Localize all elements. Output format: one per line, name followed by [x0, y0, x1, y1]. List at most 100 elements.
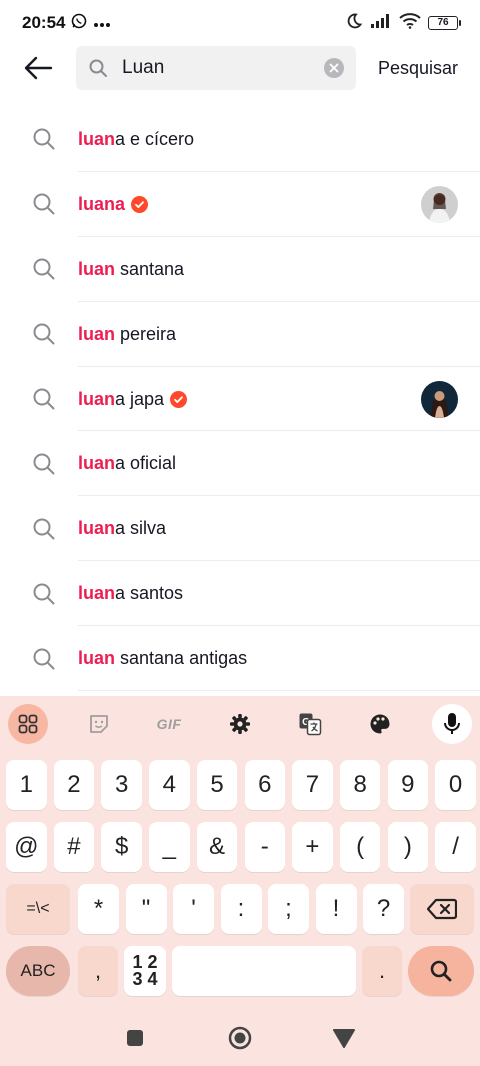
more-notifications-icon: [93, 13, 111, 33]
suggestion-item[interactable]: luan santana antigas: [0, 626, 480, 691]
symbol-key[interactable]: !: [315, 884, 357, 934]
backspace-icon: [427, 898, 457, 920]
number-key[interactable]: 6: [244, 760, 285, 810]
sticker-icon: [90, 715, 108, 733]
suggestion-item[interactable]: luan a silva: [0, 496, 480, 562]
clear-search-button[interactable]: [324, 58, 344, 78]
suggestion-text: luan a oficial: [78, 453, 176, 474]
symbol-key[interactable]: _: [149, 822, 190, 872]
suggestion-text: luan pereira: [78, 324, 176, 345]
symbol-key[interactable]: ?: [363, 884, 404, 934]
backspace-key[interactable]: [410, 884, 474, 934]
abc-key[interactable]: ABC: [6, 946, 70, 996]
comma-key[interactable]: ,: [78, 946, 118, 996]
suggestion-match: luan: [78, 323, 116, 344]
suggestion-item[interactable]: luan santana: [0, 237, 480, 302]
suggestion-item[interactable]: luana: [0, 172, 480, 237]
number-key[interactable]: 2: [53, 760, 95, 810]
search-icon: [32, 517, 56, 541]
symbol-key[interactable]: ": [125, 884, 167, 934]
suggestion-item[interactable]: luan a santos: [0, 561, 480, 627]
apps-grid-button[interactable]: [8, 704, 48, 744]
gear-icon: [230, 714, 250, 734]
search-enter-key[interactable]: [408, 946, 474, 996]
search-box[interactable]: [76, 46, 356, 90]
symbol-key[interactable]: :: [220, 884, 262, 934]
avatar: [421, 185, 458, 223]
suggestion-rest: a oficial: [115, 453, 177, 474]
symbol-key[interactable]: @: [6, 822, 47, 872]
triangle-icon: [333, 1029, 355, 1048]
space-key[interactable]: [172, 946, 356, 996]
period-key[interactable]: .: [362, 946, 402, 996]
verified-badge-icon: [131, 195, 149, 213]
suggestion-rest: a silva: [115, 518, 167, 539]
search-input[interactable]: [122, 57, 292, 79]
search-icon: [430, 960, 452, 982]
search-submit-button[interactable]: Pesquisar: [378, 46, 458, 90]
suggestion-match: luan: [78, 583, 116, 604]
search-icon: [32, 192, 56, 216]
suggestion-match: luana: [78, 193, 126, 214]
suggestion-item[interactable]: luan pereira: [0, 302, 480, 367]
number-key[interactable]: 0: [435, 760, 476, 810]
suggestion-rest: a e cícero: [115, 128, 195, 149]
symbol-key[interactable]: ;: [268, 884, 309, 934]
palette-icon: [370, 714, 390, 734]
suggestion-item[interactable]: luan a e cícero: [0, 107, 480, 172]
gif-button[interactable]: GIF: [149, 704, 189, 744]
keyboard-row-symbols-2: =\< * " ':;!?: [0, 884, 480, 934]
number-key[interactable]: 1: [6, 760, 47, 810]
suggestion-match: luan: [78, 388, 116, 409]
back-nav-button[interactable]: [332, 1026, 356, 1050]
suggestion-rest: santana: [115, 258, 185, 279]
suggestion-rest: a japa: [115, 388, 165, 409]
symbol-key[interactable]: ): [387, 822, 429, 872]
number-key[interactable]: 4: [149, 760, 190, 810]
suggestion-item[interactable]: luan a japa: [0, 367, 480, 432]
symbol-key[interactable]: -: [244, 822, 285, 872]
symbol-key[interactable]: ': [173, 884, 214, 934]
voice-input-button[interactable]: [432, 704, 472, 744]
suggestion-match: luan: [78, 648, 116, 669]
suggestion-item[interactable]: luan a oficial: [0, 431, 480, 497]
number-key[interactable]: 8: [339, 760, 381, 810]
keyboard-toolbar: GIF G: [0, 696, 480, 750]
search-icon: [32, 452, 56, 476]
translate-button[interactable]: G: [290, 704, 330, 744]
numpad-key[interactable]: 1 2 3 4: [124, 946, 166, 996]
number-key[interactable]: 3: [101, 760, 142, 810]
suggestion-text: luan a santos: [78, 583, 183, 604]
whatsapp-icon: [71, 13, 87, 34]
number-key[interactable]: 5: [196, 760, 238, 810]
symbol-page-switch-key[interactable]: =\<: [6, 884, 70, 934]
search-icon: [32, 647, 56, 671]
search-icon: [32, 582, 56, 606]
grid-icon: [18, 714, 38, 734]
symbol-key[interactable]: (: [339, 822, 381, 872]
suggestion-match: luan: [78, 128, 116, 149]
suggestion-text: luan a japa: [78, 388, 188, 410]
symbol-key[interactable]: +: [292, 822, 333, 872]
sticker-button[interactable]: [79, 704, 119, 744]
number-key[interactable]: 9: [387, 760, 429, 810]
status-time: 20:54: [22, 13, 66, 32]
suggestion-list: luan a e cícero luana luan santana luan pere…: [0, 107, 480, 691]
symbol-key[interactable]: /: [435, 822, 476, 872]
back-button[interactable]: [20, 52, 56, 84]
moon-icon: [345, 12, 363, 35]
suggestion-text: luan a e cícero: [78, 129, 194, 150]
symbol-key[interactable]: $: [101, 822, 142, 872]
verified-badge-icon: [170, 390, 188, 408]
keyboard-row-symbols: @ # $ _ & - +() /: [0, 822, 480, 872]
search-icon: [88, 57, 110, 79]
keyboard-settings-button[interactable]: [220, 704, 260, 744]
recent-apps-button[interactable]: [123, 1026, 147, 1050]
number-key[interactable]: 7: [292, 760, 333, 810]
symbol-key[interactable]: &: [196, 822, 238, 872]
symbol-key[interactable]: #: [53, 822, 95, 872]
home-button[interactable]: [228, 1026, 252, 1050]
suggestion-text: luan santana antigas: [78, 648, 247, 669]
theme-button[interactable]: [360, 704, 400, 744]
symbol-key[interactable]: *: [78, 884, 119, 934]
